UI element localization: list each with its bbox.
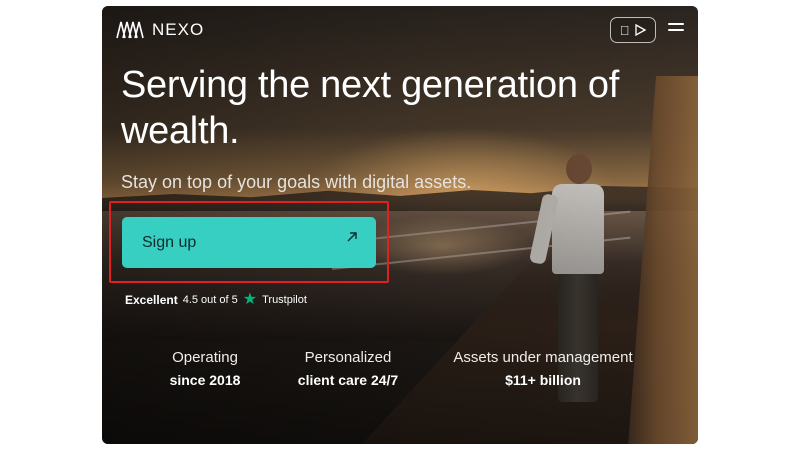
app-download-button[interactable]:  xyxy=(610,17,656,43)
google-play-icon xyxy=(635,24,647,36)
star-icon: ★ xyxy=(242,291,258,308)
stat-client-care: Personalized client care 24/7 xyxy=(288,349,408,388)
rating-score: 4.5 out of 5 xyxy=(182,294,238,306)
stat-assets: Assets under management $11+ billion xyxy=(445,349,641,388)
nexo-logo[interactable]: NEXO xyxy=(116,20,204,40)
rating-label: Excellent xyxy=(125,293,178,307)
stat-label: Operating xyxy=(172,349,238,366)
apple-icon:  xyxy=(620,24,630,37)
signup-button-label: Sign up xyxy=(142,233,197,251)
signup-button[interactable]: Sign up xyxy=(122,217,376,268)
nexo-logo-icon xyxy=(116,21,144,39)
stat-value: since 2018 xyxy=(169,372,241,388)
stat-label: Personalized xyxy=(304,349,392,366)
page-subtitle: Stay on top of your goals with digital a… xyxy=(121,172,472,192)
trustpilot-rating[interactable]: Excellent 4.5 out of 5 ★ Trustpilot xyxy=(125,292,307,308)
logo-text: NEXO xyxy=(152,20,205,39)
page-title: Serving the next generation of wealth. xyxy=(121,64,620,152)
stat-value: client care 24/7 xyxy=(297,372,399,388)
stat-operating: Operating since 2018 xyxy=(160,349,250,388)
hamburger-menu-icon[interactable] xyxy=(668,23,684,35)
arrow-up-right-icon xyxy=(347,231,357,241)
stat-value: $11+ billion xyxy=(505,372,581,388)
stat-label: Assets under management xyxy=(453,349,633,366)
trustpilot-text: Trustpilot xyxy=(262,294,307,306)
